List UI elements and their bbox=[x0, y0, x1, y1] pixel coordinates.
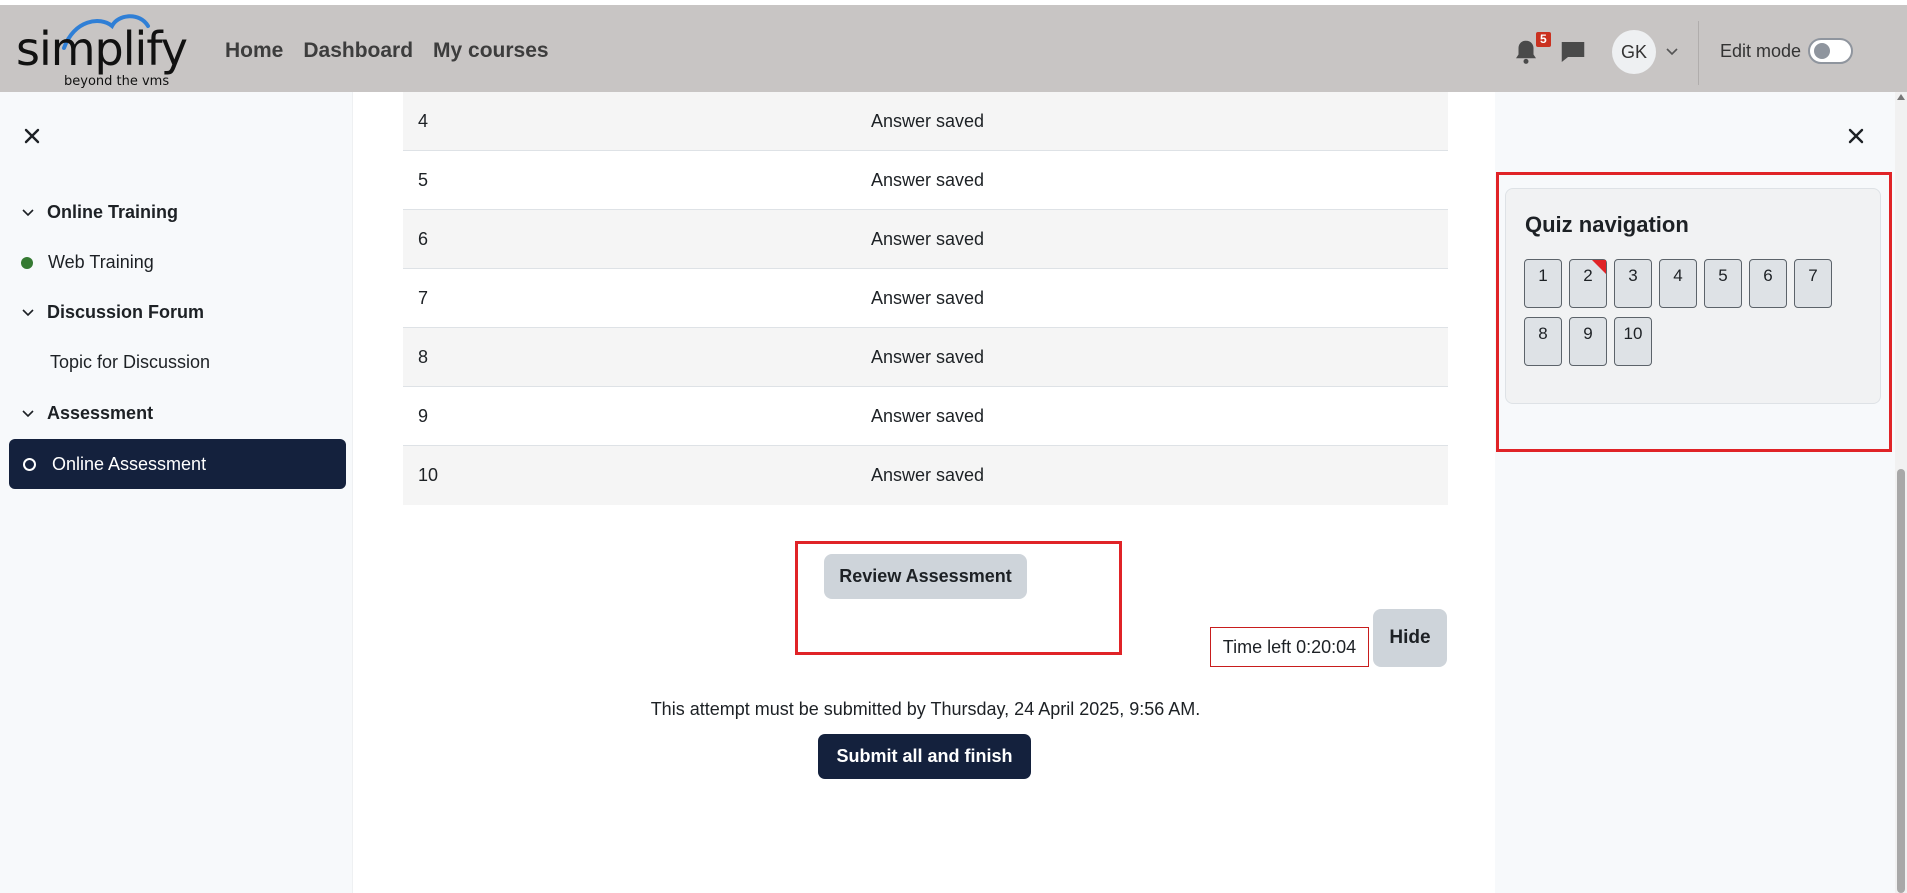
navbar-divider bbox=[1698, 21, 1699, 85]
section-label: Online Training bbox=[47, 202, 179, 222]
edit-mode-label: Edit mode bbox=[1720, 41, 1802, 61]
question-status: Answer saved bbox=[871, 405, 985, 426]
edit-mode-toggle[interactable] bbox=[1808, 38, 1853, 64]
scroll-up-arrow-icon[interactable] bbox=[1897, 94, 1905, 100]
table-row: 8 Answer saved bbox=[403, 328, 1448, 387]
chevron-down-icon bbox=[22, 208, 34, 216]
hide-timer-button[interactable]: Hide bbox=[1373, 609, 1447, 667]
question-status: Answer saved bbox=[871, 169, 985, 190]
section-assessment[interactable]: Assessment bbox=[21, 403, 153, 424]
question-number[interactable]: 7 bbox=[403, 288, 871, 309]
question-number[interactable]: 10 bbox=[403, 465, 871, 486]
question-status: Answer saved bbox=[871, 110, 985, 131]
table-row: 4 Answer saved bbox=[403, 92, 1448, 151]
submission-deadline-note: This attempt must be submitted by Thursd… bbox=[650, 699, 1201, 719]
activity-online-assessment-active[interactable]: Online Assessment bbox=[9, 439, 346, 489]
chevron-down-icon[interactable] bbox=[1664, 43, 1680, 59]
user-avatar[interactable]: GK bbox=[1612, 30, 1656, 74]
question-number[interactable]: 8 bbox=[403, 347, 871, 368]
quiz-nav-question-8[interactable]: 8 bbox=[1524, 317, 1562, 366]
activity-topic-for-discussion[interactable]: Topic for Discussion bbox=[50, 352, 210, 373]
quiz-nav-question-2[interactable]: 2 bbox=[1569, 259, 1607, 308]
question-number[interactable]: 6 bbox=[403, 229, 871, 250]
nav-my-courses[interactable]: My courses bbox=[433, 39, 549, 63]
quiz-timer: Time left 0:20:04 bbox=[1210, 627, 1369, 667]
question-status: Answer saved bbox=[871, 465, 985, 485]
question-number[interactable]: 4 bbox=[403, 111, 871, 132]
nav-home[interactable]: Home bbox=[225, 39, 283, 63]
quiz-nav-question-1[interactable]: 1 bbox=[1524, 259, 1562, 308]
logo-text: simplify bbox=[16, 22, 188, 76]
question-status: Answer saved bbox=[871, 228, 985, 249]
chevron-down-icon bbox=[22, 308, 34, 316]
primary-navigation: Home Dashboard My courses bbox=[225, 39, 549, 63]
toggle-knob bbox=[1814, 43, 1830, 59]
quiz-nav-question-3[interactable]: 3 bbox=[1614, 259, 1652, 308]
section-online-training[interactable]: Online Training bbox=[21, 202, 178, 223]
quiz-nav-question-10[interactable]: 10 bbox=[1614, 317, 1652, 366]
table-row: 10 Answer saved bbox=[403, 446, 1448, 505]
close-course-index-icon[interactable] bbox=[21, 125, 43, 147]
messages-icon[interactable] bbox=[1558, 37, 1588, 67]
section-discussion-forum[interactable]: Discussion Forum bbox=[21, 302, 204, 323]
review-assessment-button[interactable]: Review Assessment bbox=[824, 554, 1027, 599]
quiz-nav-question-4[interactable]: 4 bbox=[1659, 259, 1697, 308]
nav-dashboard[interactable]: Dashboard bbox=[303, 39, 413, 63]
activity-label: Web Training bbox=[48, 252, 154, 272]
logo-tagline: beyond the vms bbox=[64, 74, 170, 89]
top-navbar: simplify beyond the vms Home Dashboard M… bbox=[0, 5, 1907, 92]
notification-count-badge: 5 bbox=[1536, 32, 1551, 48]
activity-web-training[interactable]: Web Training bbox=[21, 252, 154, 273]
submit-all-and-finish-button[interactable]: Submit all and finish bbox=[818, 734, 1031, 779]
quiz-nav-question-6[interactable]: 6 bbox=[1749, 259, 1787, 308]
question-status: Answer saved bbox=[871, 287, 985, 308]
activity-label: Topic for Discussion bbox=[50, 352, 211, 372]
page-scrollbar[interactable] bbox=[1895, 92, 1907, 893]
question-number[interactable]: 9 bbox=[403, 406, 871, 427]
question-status: Answer saved bbox=[871, 346, 985, 367]
section-label: Discussion Forum bbox=[47, 302, 205, 322]
quiz-navigation-title: Quiz navigation bbox=[1525, 212, 1689, 237]
quiz-nav-question-9[interactable]: 9 bbox=[1569, 317, 1607, 366]
table-row: 5 Answer saved bbox=[403, 151, 1448, 210]
chevron-down-icon bbox=[22, 409, 34, 417]
section-label: Assessment bbox=[47, 403, 154, 423]
activity-label: Online Assessment bbox=[52, 453, 207, 474]
flag-icon bbox=[1592, 260, 1606, 274]
quiz-nav-question-7[interactable]: 7 bbox=[1794, 259, 1832, 308]
completion-dot-icon bbox=[21, 256, 33, 269]
table-row: 7 Answer saved bbox=[403, 269, 1448, 328]
question-number[interactable]: 5 bbox=[403, 170, 871, 191]
scrollbar-thumb[interactable] bbox=[1897, 469, 1905, 893]
table-row: 9 Answer saved bbox=[403, 387, 1448, 446]
site-logo[interactable]: simplify beyond the vms bbox=[16, 12, 188, 90]
incomplete-circle-icon bbox=[23, 457, 36, 471]
attempt-summary-table: 4 Answer saved 5 Answer saved 6 Answer s… bbox=[403, 92, 1448, 505]
table-row: 6 Answer saved bbox=[403, 210, 1448, 269]
quiz-nav-question-5[interactable]: 5 bbox=[1704, 259, 1742, 308]
close-block-drawer-icon[interactable] bbox=[1845, 125, 1867, 147]
